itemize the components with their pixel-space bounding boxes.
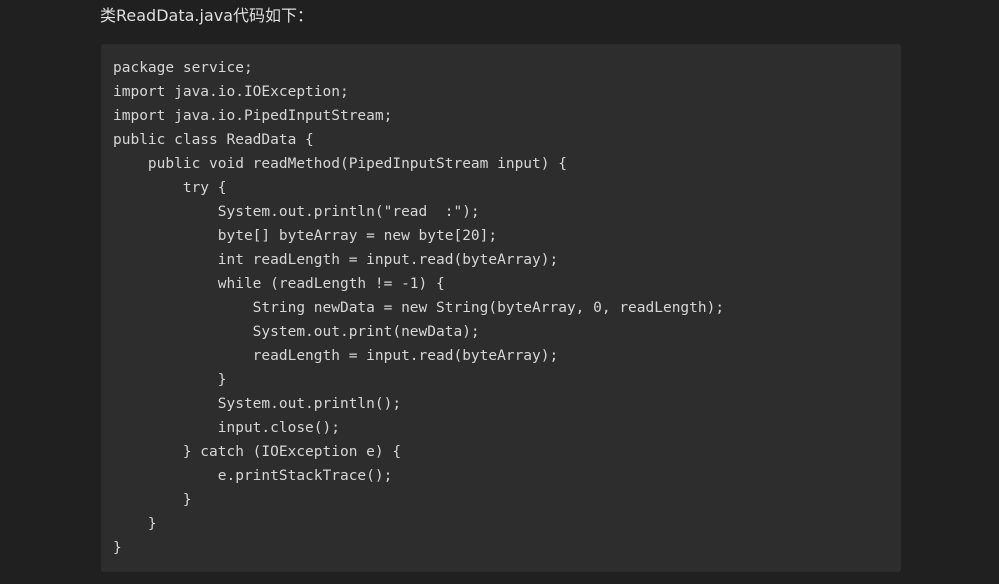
code-line: } xyxy=(113,516,157,532)
code-line: while (readLength != -1) { xyxy=(113,276,445,292)
code-line: input.close(); xyxy=(113,420,340,436)
code-block[interactable]: package service; import java.io.IOExcept… xyxy=(101,44,901,572)
code-line: import java.io.PipedInputStream; xyxy=(113,108,393,124)
code-line: try { xyxy=(113,180,227,196)
code-line: } xyxy=(113,540,122,556)
code-line: public void readMethod(PipedInputStream … xyxy=(113,156,567,172)
code-line: package service; xyxy=(113,60,253,76)
code-line: e.printStackTrace(); xyxy=(113,468,393,484)
intro-text: 类ReadData.java代码如下： xyxy=(100,6,314,25)
code-line: System.out.println("read :"); xyxy=(113,204,480,220)
code-line: public class ReadData { xyxy=(113,132,314,148)
code-line: int readLength = input.read(byteArray); xyxy=(113,252,559,268)
code-line: System.out.print(newData); xyxy=(113,324,480,340)
code-line: String newData = new String(byteArray, 0… xyxy=(113,300,725,316)
code-line: } catch (IOException e) { xyxy=(113,444,402,460)
code-lines: package service; import java.io.IOExcept… xyxy=(113,56,901,560)
code-line: System.out.println(); xyxy=(113,396,402,412)
code-line: import java.io.IOException; xyxy=(113,84,349,100)
code-line: } xyxy=(113,492,192,508)
code-line: } xyxy=(113,372,227,388)
code-line: byte[] byteArray = new byte[20]; xyxy=(113,228,498,244)
code-line: readLength = input.read(byteArray); xyxy=(113,348,559,364)
